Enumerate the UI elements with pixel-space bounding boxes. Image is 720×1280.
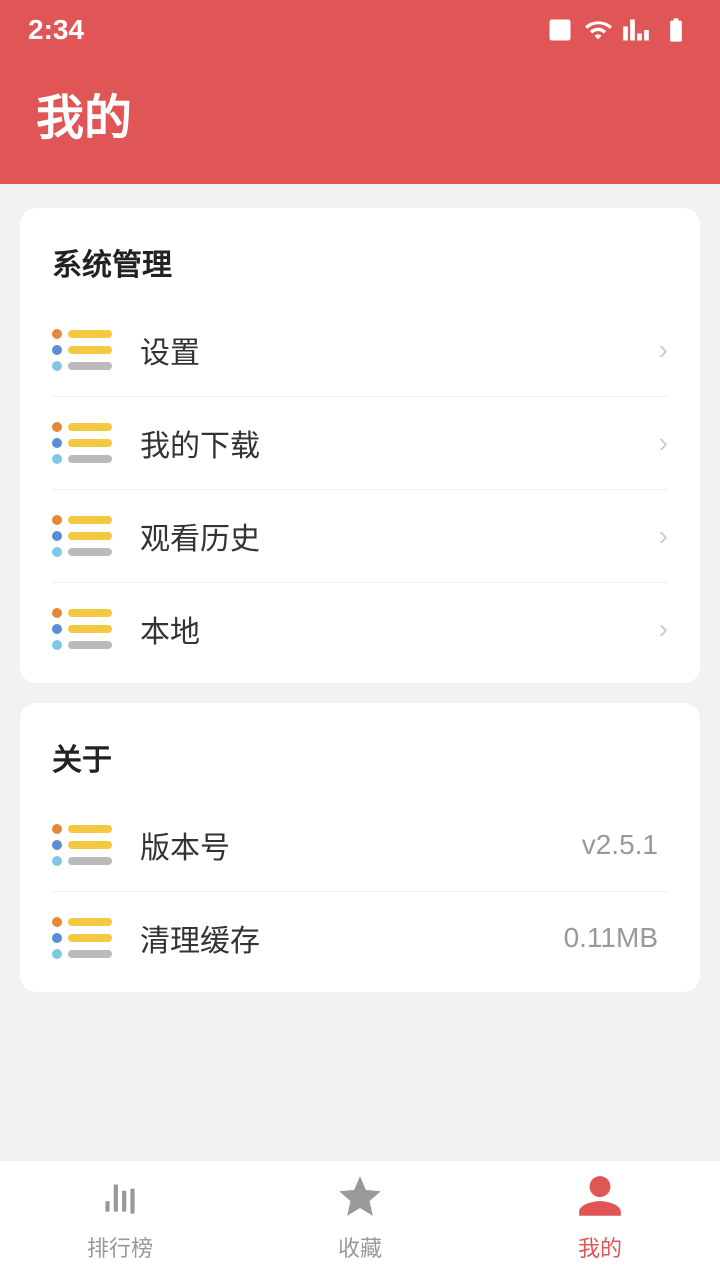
chevron-icon-local: › bbox=[659, 613, 668, 645]
chevron-icon-downloads: › bbox=[659, 427, 668, 459]
section-system: 系统管理设置›我的下载›观看历史›本地› bbox=[20, 208, 700, 683]
menu-label-local: 本地 bbox=[140, 607, 659, 651]
page-title: 我的 bbox=[36, 92, 132, 145]
main-content: 系统管理设置›我的下载›观看历史›本地›关于版本号v2.5.1清理缓存0.11M… bbox=[0, 184, 720, 1160]
menu-item-version[interactable]: 版本号v2.5.1 bbox=[52, 799, 668, 892]
ranking-icon bbox=[92, 1169, 148, 1225]
menu-value-clear-cache: 0.11MB bbox=[564, 922, 658, 954]
page-header: 我的 bbox=[0, 60, 720, 184]
mine-icon bbox=[572, 1169, 628, 1225]
menu-item-clear-cache[interactable]: 清理缓存0.11MB bbox=[52, 892, 668, 984]
nav-label-favorites: 收藏 bbox=[338, 1231, 382, 1263]
battery-icon bbox=[660, 16, 692, 44]
status-time: 2:34 bbox=[28, 14, 84, 46]
menu-icon-version bbox=[52, 821, 116, 869]
section-about: 关于版本号v2.5.1清理缓存0.11MB bbox=[20, 703, 700, 992]
menu-icon-local bbox=[52, 605, 116, 653]
status-icons bbox=[546, 16, 692, 44]
chevron-icon-settings: › bbox=[659, 334, 668, 366]
menu-item-history[interactable]: 观看历史› bbox=[52, 490, 668, 583]
menu-icon-downloads bbox=[52, 419, 116, 467]
section-title-system: 系统管理 bbox=[52, 240, 668, 284]
section-title-about: 关于 bbox=[52, 735, 668, 779]
nav-label-ranking: 排行榜 bbox=[87, 1231, 153, 1263]
menu-label-downloads: 我的下载 bbox=[140, 421, 659, 465]
menu-label-settings: 设置 bbox=[140, 328, 659, 372]
menu-label-version: 版本号 bbox=[140, 823, 582, 867]
menu-label-history: 观看历史 bbox=[140, 514, 659, 558]
status-bar: 2:34 bbox=[0, 0, 720, 60]
favorites-icon bbox=[332, 1169, 388, 1225]
chevron-icon-history: › bbox=[659, 520, 668, 552]
nav-item-favorites[interactable]: 收藏 bbox=[240, 1169, 480, 1263]
nav-item-ranking[interactable]: 排行榜 bbox=[0, 1169, 240, 1263]
menu-item-downloads[interactable]: 我的下载› bbox=[52, 397, 668, 490]
menu-icon-clear-cache bbox=[52, 914, 116, 962]
menu-item-settings[interactable]: 设置› bbox=[52, 304, 668, 397]
wifi-icon bbox=[584, 16, 612, 44]
bottom-navigation: 排行榜 收藏 我的 bbox=[0, 1160, 720, 1280]
menu-label-clear-cache: 清理缓存 bbox=[140, 916, 564, 960]
menu-icon-history bbox=[52, 512, 116, 560]
menu-value-version: v2.5.1 bbox=[582, 829, 658, 861]
menu-icon-settings bbox=[52, 326, 116, 374]
nav-item-mine[interactable]: 我的 bbox=[480, 1169, 720, 1263]
photo-icon bbox=[546, 16, 574, 44]
signal-icon bbox=[622, 16, 650, 44]
nav-label-mine: 我的 bbox=[578, 1231, 622, 1263]
menu-item-local[interactable]: 本地› bbox=[52, 583, 668, 675]
